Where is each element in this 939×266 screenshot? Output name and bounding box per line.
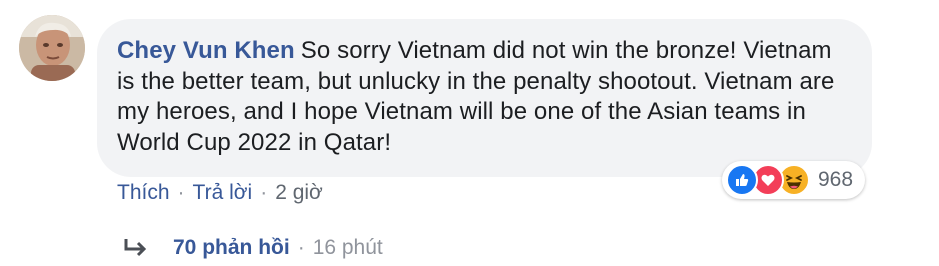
comment-actions: Thích · Trả lời · 2 giờ	[117, 181, 323, 205]
separator: ·	[297, 236, 305, 259]
comment-author[interactable]: Chey Vun Khen	[117, 37, 295, 64]
separator: ·	[177, 181, 185, 204]
comment-timestamp[interactable]: 2 giờ	[275, 181, 323, 205]
reaction-count: 968	[818, 168, 854, 191]
like-button[interactable]: Thích	[117, 181, 170, 205]
reply-button[interactable]: Trả lời	[193, 181, 253, 205]
replies-timestamp: 16 phút	[312, 236, 383, 259]
like-icon	[726, 164, 758, 196]
view-replies-link[interactable]: 70 phản hồi	[173, 236, 290, 260]
view-replies-row[interactable]: 70 phản hồi · 16 phút	[123, 236, 383, 260]
comment-bubble: Chey Vun Khen So sorry Vietnam did not wi…	[97, 19, 872, 177]
reactions-summary[interactable]: 968	[722, 161, 866, 199]
separator: ·	[260, 181, 268, 204]
reply-arrow-icon	[123, 237, 149, 259]
avatar[interactable]	[19, 15, 85, 81]
avatar-photo	[19, 15, 85, 81]
comment-body: Chey Vun Khen So sorry Vietnam did not wi…	[117, 36, 844, 158]
